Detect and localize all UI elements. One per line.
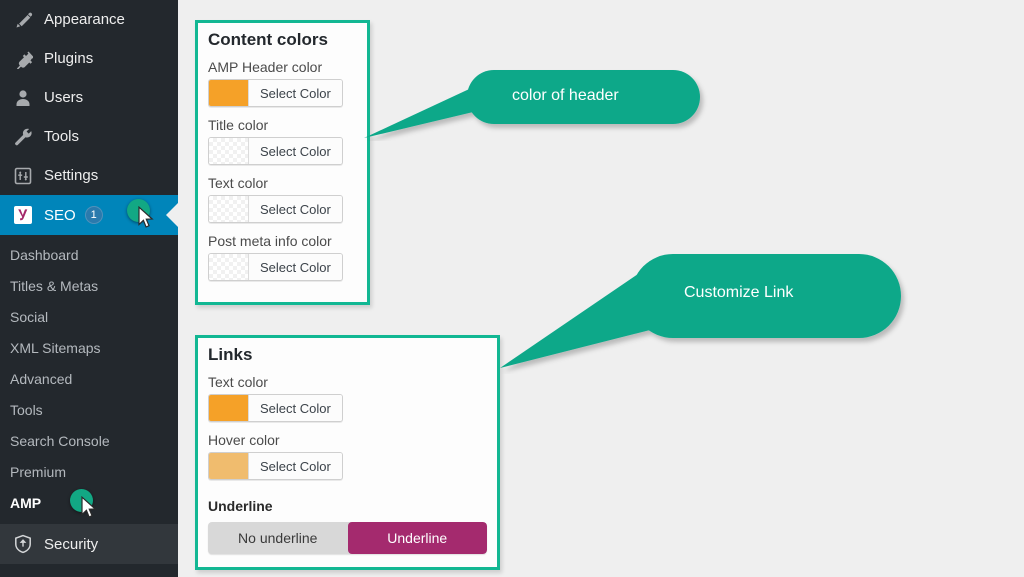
- sidebar-subitem-premium[interactable]: Premium: [0, 456, 178, 487]
- sidebar-item-plugins[interactable]: Plugins: [0, 39, 178, 78]
- sidebar-subitem-amp[interactable]: AMP: [0, 487, 178, 518]
- color-picker-title[interactable]: Select Color: [208, 137, 343, 165]
- color-picker-link-text[interactable]: Select Color: [208, 394, 343, 422]
- field-label-title-color: Title color: [208, 117, 269, 133]
- shield-icon: [10, 534, 36, 554]
- select-color-button[interactable]: Select Color: [249, 196, 342, 222]
- sidebar-subitem-label: Social: [10, 308, 49, 325]
- user-icon: [10, 88, 36, 108]
- toggle-underline[interactable]: Underline: [347, 522, 487, 554]
- select-color-button[interactable]: Select Color: [249, 395, 342, 421]
- active-pointer: [166, 202, 179, 228]
- callout-customize-link: Customize Link: [498, 252, 908, 374]
- color-swatch[interactable]: [209, 453, 249, 479]
- color-swatch[interactable]: [209, 395, 249, 421]
- field-label-link-text-color: Text color: [208, 374, 268, 390]
- status-badge: 1: [84, 206, 103, 224]
- cursor-marker-seo: [127, 199, 167, 233]
- sidebar-item-label: SEO: [44, 206, 76, 224]
- brush-icon: [10, 10, 36, 30]
- sidebar-item-security[interactable]: Security: [0, 524, 178, 564]
- select-color-button[interactable]: Select Color: [249, 138, 342, 164]
- sidebar-item-label: Security: [44, 535, 99, 553]
- sidebar-item-tools[interactable]: Tools: [0, 117, 178, 156]
- field-label-amp-header-color: AMP Header color: [208, 59, 323, 75]
- mouse-pointer-icon: [81, 495, 99, 523]
- sidebar-subitem-advanced[interactable]: Advanced: [0, 363, 178, 394]
- sidebar-subitem-label: Titles & Metas: [10, 277, 99, 294]
- sidebar-item-appearance[interactable]: Appearance: [0, 0, 178, 39]
- color-picker-text[interactable]: Select Color: [208, 195, 343, 223]
- sidebar-subitem-label: Tools: [10, 401, 43, 418]
- sidebar-top-menu: Appearance Plugins Users Tools Settings …: [0, 0, 179, 564]
- color-picker-amp-header[interactable]: Select Color: [208, 79, 343, 107]
- sidebar-subitem-label: Dashboard: [10, 246, 79, 263]
- field-label-underline: Underline: [208, 498, 273, 514]
- sidebar-subitem-label: AMP: [10, 494, 42, 511]
- yoast-logo-icon: [10, 205, 36, 225]
- sidebar-subitem-titles-metas[interactable]: Titles & Metas: [0, 270, 178, 301]
- admin-sidebar: Appearance Plugins Users Tools Settings …: [0, 0, 179, 577]
- sidebar-subitem-xml-sitemaps[interactable]: XML Sitemaps: [0, 332, 178, 363]
- underline-toggle-group: No underline Underline: [208, 522, 487, 554]
- sidebar-subitem-tools[interactable]: Tools: [0, 394, 178, 425]
- plug-icon: [10, 49, 36, 69]
- sidebar-item-label: Tools: [44, 128, 80, 145]
- sidebar-item-label: Users: [44, 89, 84, 106]
- screen: Appearance Plugins Users Tools Settings …: [0, 0, 1024, 577]
- sidebar-item-seo[interactable]: SEO 1: [0, 195, 179, 235]
- field-label-post-meta-info-color: Post meta info color: [208, 233, 332, 249]
- sliders-icon: [10, 166, 36, 186]
- toggle-no-underline[interactable]: No underline: [208, 522, 348, 554]
- sidebar-subitem-label: Premium: [10, 463, 67, 480]
- select-color-button[interactable]: Select Color: [249, 453, 342, 479]
- select-color-button[interactable]: Select Color: [249, 254, 342, 280]
- sidebar-subitem-label: XML Sitemaps: [10, 339, 101, 356]
- color-swatch[interactable]: [209, 196, 249, 222]
- content-colors-panel: Content colors AMP Header color Select C…: [195, 20, 370, 305]
- panel-title: Content colors: [208, 30, 328, 49]
- callout-text: color of header: [512, 87, 619, 104]
- sidebar-subitem-dashboard[interactable]: Dashboard: [0, 239, 178, 270]
- color-swatch[interactable]: [209, 138, 249, 164]
- panel-title: Links: [208, 345, 253, 364]
- sidebar-item-users[interactable]: Users: [0, 78, 178, 117]
- wrench-icon: [10, 127, 36, 147]
- color-picker-link-hover[interactable]: Select Color: [208, 452, 343, 480]
- select-color-button[interactable]: Select Color: [249, 80, 342, 106]
- color-swatch[interactable]: [209, 254, 249, 280]
- color-picker-post-meta[interactable]: Select Color: [208, 253, 343, 281]
- field-label-link-hover-color: Hover color: [208, 432, 280, 448]
- sidebar-subitem-search-console[interactable]: Search Console: [0, 425, 178, 456]
- mouse-pointer-icon: [138, 205, 156, 234]
- field-label-text-color: Text color: [208, 175, 268, 191]
- callout-text: Customize Link: [684, 284, 794, 301]
- sidebar-submenu-seo: Dashboard Titles & Metas Social XML Site…: [0, 235, 178, 518]
- sidebar-item-settings[interactable]: Settings: [0, 156, 178, 195]
- sidebar-item-label: Plugins: [44, 50, 94, 67]
- sidebar-subitem-social[interactable]: Social: [0, 301, 178, 332]
- sidebar-item-label: Settings: [44, 167, 99, 184]
- color-swatch[interactable]: [209, 80, 249, 106]
- sidebar-subitem-label: Advanced: [10, 370, 73, 387]
- links-panel: Links Text color Select Color Hover colo…: [195, 335, 500, 570]
- sidebar-item-label: Appearance: [44, 11, 125, 28]
- sidebar-subitem-label: Search Console: [10, 432, 110, 449]
- cursor-marker-amp: [70, 489, 110, 523]
- callout-color-of-header: color of header: [362, 66, 712, 141]
